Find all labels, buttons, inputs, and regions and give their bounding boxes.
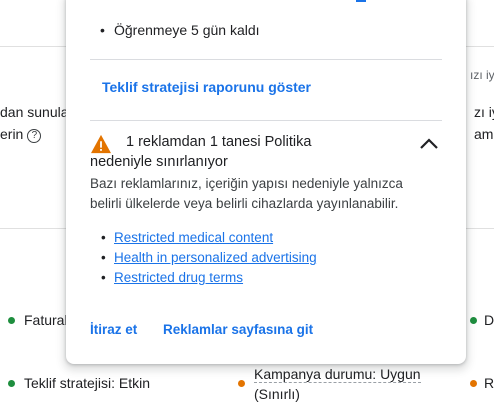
- policy-list-item: Health in personalized advertising: [101, 248, 317, 268]
- popup-divider: [90, 59, 442, 60]
- status-dot-green: [8, 317, 15, 324]
- background-row1-left-line1: dan sunula: [0, 104, 69, 120]
- background-row3-right: Re: [484, 375, 494, 391]
- appeal-button[interactable]: İtiraz et: [90, 322, 137, 337]
- status-dot-green: [470, 317, 477, 324]
- status-dot-orange: [238, 380, 245, 387]
- popup-actions: İtiraz et Reklamlar sayfasına git: [90, 322, 313, 337]
- learning-period-item: Öğrenmeye 5 gün kaldı: [100, 22, 259, 38]
- status-dot-green: [8, 380, 15, 387]
- top-link-fragment: [356, 0, 366, 2]
- go-to-ads-button[interactable]: Reklamlar sayfasına git: [163, 322, 313, 337]
- policy-warning-title: 1 reklamdan 1 tanesi Politika: [126, 134, 312, 150]
- background-row2-left: Fatural: [24, 312, 68, 328]
- policy-warning-description: Bazı reklamlarınız, içeriğin yapısı nede…: [90, 176, 403, 211]
- policy-link-restricted-drug[interactable]: Restricted drug terms: [114, 270, 243, 285]
- policy-list-item: Restricted drug terms: [101, 268, 317, 288]
- background-row1-right-top: ızı iy: [470, 68, 494, 82]
- background-row2-right: De: [484, 312, 494, 328]
- bid-strategy-status: Teklif stratejisi: Etkin: [24, 375, 151, 391]
- campaign-status-line2[interactable]: (Sınırlı): [254, 386, 300, 402]
- background-row1-right-line1: zı iy: [474, 104, 494, 120]
- bid-strategy-report-link[interactable]: Teklif stratejisi raporunu göster: [102, 79, 311, 95]
- popup-divider: [90, 120, 442, 121]
- status-dot-orange: [470, 380, 477, 387]
- help-icon[interactable]: ?: [27, 129, 42, 143]
- policy-list-item: Restricted medical content: [101, 228, 317, 248]
- warning-triangle-icon: [91, 134, 111, 154]
- background-row1-left-text: erin: [0, 126, 24, 142]
- policy-warning-title-cont: nedeniyle sınırlanıyor: [90, 154, 228, 170]
- background-row1-right-line2: ama: [474, 126, 494, 142]
- policy-link-restricted-medical[interactable]: Restricted medical content: [114, 230, 273, 245]
- policy-link-health-personalized[interactable]: Health in personalized advertising: [114, 250, 317, 265]
- status-details-popup: Öğrenmeye 5 gün kaldı Teklif stratejisi …: [66, 0, 466, 364]
- chevron-up-icon[interactable]: [418, 136, 440, 150]
- background-row1-left-line2: erin?: [0, 126, 42, 143]
- campaign-status-line1[interactable]: Kampanya durumu: Uygun: [254, 366, 421, 383]
- policy-links-list: Restricted medical content Health in per…: [101, 228, 317, 288]
